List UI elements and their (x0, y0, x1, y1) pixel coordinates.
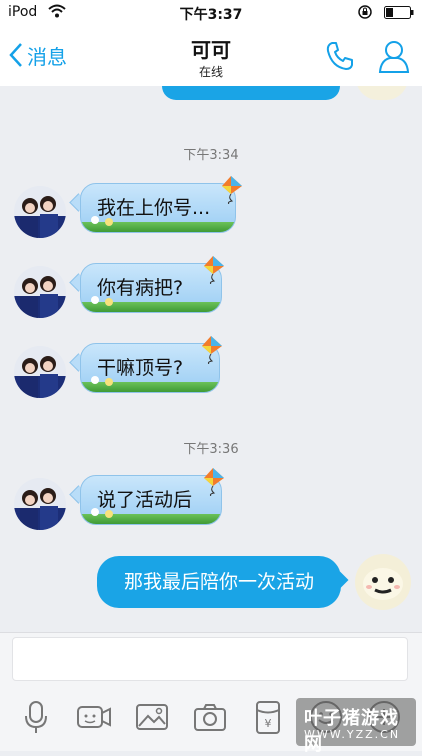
grass-decoration (81, 296, 221, 312)
contact-avatar[interactable] (14, 478, 66, 530)
red-packet-glyph: ¥ (256, 701, 280, 734)
kite-icon (202, 336, 222, 364)
outgoing-message-bubble[interactable]: 那我最后陪你一次活动 (97, 556, 341, 608)
battery-icon (384, 6, 414, 19)
message-text: 干嘛顶号? (97, 357, 184, 379)
avatar-image (14, 346, 66, 398)
timestamp: 下午3:36 (183, 442, 239, 457)
message-row: 说了活动后 (0, 468, 422, 530)
camera-glyph (194, 704, 226, 731)
online-status: 在线 (198, 65, 223, 79)
watermark-url: WWW.YZZ.CN (304, 728, 401, 741)
kite-icon (204, 468, 224, 496)
message-row: 你有病把? (0, 256, 422, 318)
contact-avatar[interactable] (14, 346, 66, 398)
message-row: 干嘛顶号? (0, 336, 422, 398)
my-avatar-partial (356, 86, 408, 100)
chat-header: 消息 可可 在线 (0, 26, 422, 86)
red-packet-icon[interactable]: ¥ (250, 699, 286, 735)
avatar-image (355, 554, 411, 610)
watermark: 叶子猪游戏网 WWW.YZZ.CN (296, 698, 416, 755)
microphone-icon[interactable] (18, 699, 54, 735)
message-text: 我在上你号... (97, 197, 211, 219)
kite-icon (204, 256, 224, 284)
camera-icon[interactable] (192, 699, 228, 735)
svg-text:¥: ¥ (265, 717, 272, 730)
grass-decoration (81, 508, 221, 524)
contact-name: 可可 (191, 38, 231, 62)
grass-decoration (81, 376, 219, 392)
avatar-image (14, 266, 66, 318)
avatar-image (14, 478, 66, 530)
rotation-lock-icon (358, 5, 372, 19)
timestamp: 下午3:34 (183, 148, 239, 163)
grass-decoration (81, 216, 235, 232)
message-text: 说了活动后 (97, 489, 193, 511)
status-bar: iPod 下午3:37 (0, 0, 422, 26)
image-glyph (136, 704, 168, 730)
avatar-image (14, 186, 66, 238)
microphone-glyph (25, 701, 47, 733)
message-row: 我在上你号... (0, 176, 422, 238)
profile-icon[interactable] (376, 38, 412, 74)
video-icon[interactable] (76, 699, 112, 735)
contact-avatar[interactable] (14, 266, 66, 318)
message-list[interactable]: 下午3:34 我在上你号... 你有病把? 干嘛顶号? 下午3:36 说了活动后… (0, 86, 422, 632)
incoming-message-bubble[interactable]: 我在上你号... (80, 183, 236, 233)
previous-message-bubble (162, 86, 340, 100)
video-glyph (77, 706, 111, 728)
message-text: 你有病把? (97, 277, 184, 299)
message-input[interactable] (12, 637, 408, 681)
phone-icon[interactable] (324, 40, 356, 72)
contact-avatar[interactable] (14, 186, 66, 238)
my-avatar[interactable] (355, 554, 411, 610)
kite-icon (222, 176, 242, 204)
image-icon[interactable] (134, 699, 170, 735)
